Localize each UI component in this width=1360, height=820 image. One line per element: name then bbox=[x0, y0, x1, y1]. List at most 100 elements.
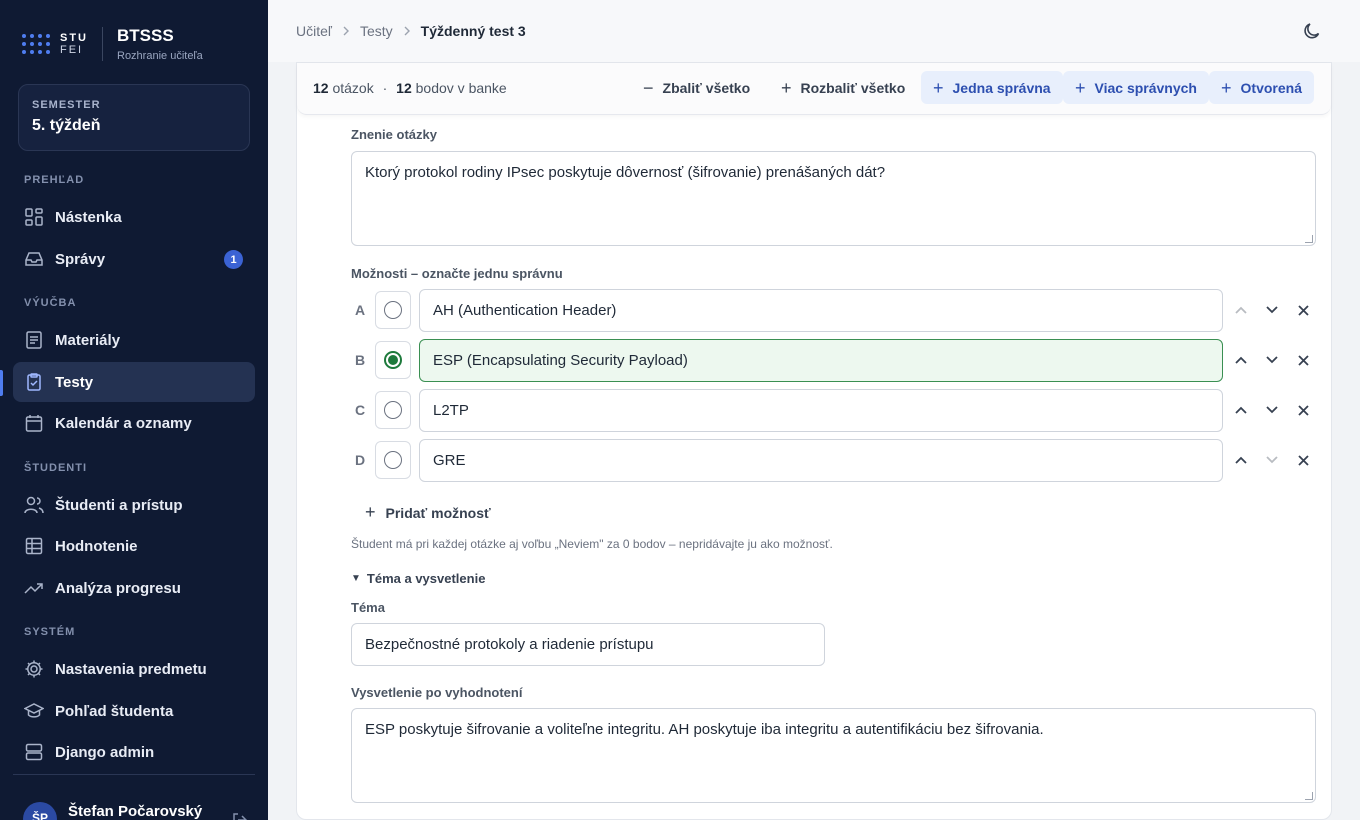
breadcrumb: Učiteľ Testy Týždenný test 3 bbox=[296, 23, 526, 39]
chevron-down-icon[interactable] bbox=[1262, 350, 1282, 370]
topic-section-label: Téma a vysvetlenie bbox=[366, 571, 486, 586]
logo-fei: FEI bbox=[60, 44, 84, 56]
option-correct-radio[interactable] bbox=[375, 391, 411, 429]
chevron-up-icon[interactable] bbox=[1231, 450, 1251, 470]
close-icon[interactable] bbox=[1293, 400, 1313, 420]
moon-icon[interactable] bbox=[1302, 21, 1322, 46]
sidebar-item-student-view[interactable]: Pohľad študenta bbox=[13, 691, 255, 731]
add-multi-label: Viac správnych bbox=[1094, 79, 1197, 96]
sidebar-item-dashboard[interactable]: Nástenka bbox=[13, 197, 255, 237]
user-name: Štefan Počarovský bbox=[68, 803, 203, 820]
messages-badge: 1 bbox=[224, 250, 243, 269]
option-correct-radio[interactable] bbox=[375, 291, 411, 329]
graduation-cap-icon bbox=[24, 701, 44, 721]
logout-icon[interactable] bbox=[232, 812, 248, 820]
trending-up-icon bbox=[24, 578, 44, 598]
inbox-icon bbox=[24, 249, 44, 269]
option-letter: C bbox=[355, 402, 366, 418]
plus-icon: + bbox=[933, 77, 944, 98]
topic-input[interactable]: Bezpečnostné protokoly a riadenie prístu… bbox=[351, 623, 825, 666]
chevron-down-icon[interactable] bbox=[1262, 450, 1282, 470]
add-single-choice-button[interactable]: + Jedna správna bbox=[921, 71, 1063, 104]
app-title: BTSSS bbox=[117, 26, 174, 45]
logo-text: STU FEI bbox=[60, 32, 88, 56]
resize-grip[interactable] bbox=[1305, 235, 1313, 243]
add-multi-choice-button[interactable]: + Viac správnych bbox=[1063, 71, 1209, 104]
question-editor-card: 12 otázok · 12 bodov v banke − Zbaliť vš… bbox=[296, 62, 1332, 820]
counts-separator: · bbox=[382, 80, 388, 96]
option-text-input[interactable]: L2TP bbox=[419, 389, 1223, 432]
radio-circle bbox=[384, 451, 402, 469]
option-text-input[interactable]: AH (Authentication Header) bbox=[419, 289, 1223, 332]
sidebar-item-label: Študenti a prístup bbox=[55, 496, 183, 514]
close-icon[interactable] bbox=[1293, 300, 1313, 320]
chevron-right-icon bbox=[342, 24, 350, 39]
topic-label: Téma bbox=[351, 600, 385, 615]
question-toolbar: 12 otázok · 12 bodov v banke − Zbaliť vš… bbox=[297, 63, 1331, 115]
option-text-input[interactable]: ESP (Encapsulating Security Payload) bbox=[419, 339, 1223, 382]
close-icon[interactable] bbox=[1293, 450, 1313, 470]
chevron-down-icon[interactable] bbox=[1262, 400, 1282, 420]
sidebar-item-label: Hodnotenie bbox=[55, 537, 138, 555]
chevron-up-icon[interactable] bbox=[1231, 300, 1251, 320]
collapse-all-label: Zbaliť všetko bbox=[662, 79, 751, 96]
triangle-down-icon: ▼ bbox=[351, 573, 361, 584]
sidebar-item-students-access[interactable]: Študenti a prístup bbox=[13, 485, 255, 525]
sidebar-item-label: Analýza progresu bbox=[55, 579, 181, 597]
nav-section-overview: PREHĽAD bbox=[24, 174, 85, 186]
option-correct-radio[interactable] bbox=[375, 441, 411, 479]
points-label: bodov v banke bbox=[415, 80, 507, 96]
resize-grip[interactable] bbox=[1305, 792, 1313, 800]
option-text: L2TP bbox=[433, 402, 469, 419]
sidebar-item-settings[interactable]: Nastavenia predmetu bbox=[13, 649, 255, 689]
sidebar-item-label: Testy bbox=[55, 373, 94, 391]
sidebar-item-label: Pohľad študenta bbox=[55, 702, 174, 720]
chevron-up-icon[interactable] bbox=[1231, 400, 1251, 420]
nav-section-students: ŠTUDENTI bbox=[24, 462, 87, 474]
add-open-label: Otvorená bbox=[1240, 79, 1302, 96]
collapse-all-button[interactable]: − Zbaliť všetko bbox=[631, 71, 762, 104]
sidebar-item-tests[interactable]: Testy bbox=[13, 362, 255, 402]
options-label: Možnosti – označte jednu správnu bbox=[351, 266, 563, 281]
explanation-label: Vysvetlenie po vyhodnotení bbox=[351, 685, 523, 700]
active-indicator bbox=[0, 370, 3, 396]
calendar-icon bbox=[24, 413, 44, 433]
semester-value: 5. týždeň bbox=[32, 117, 101, 134]
option-text: AH (Authentication Header) bbox=[433, 302, 617, 319]
add-single-label: Jedna správna bbox=[952, 79, 1051, 96]
explanation-input[interactable]: ESP poskytuje šifrovanie a voliteľne int… bbox=[351, 708, 1316, 803]
explanation-value: ESP poskytuje šifrovanie a voliteľne int… bbox=[365, 721, 1044, 738]
topic-explanation-toggle[interactable]: ▼ Téma a vysvetlenie bbox=[351, 571, 485, 586]
question-text-label: Znenie otázky bbox=[351, 127, 437, 142]
sidebar-item-materials[interactable]: Materiály bbox=[13, 320, 255, 360]
close-icon[interactable] bbox=[1293, 350, 1313, 370]
nav-section-teaching: VÝUČBA bbox=[24, 297, 77, 309]
option-row: D GRE bbox=[351, 439, 1316, 483]
option-row: B ESP (Encapsulating Security Payload) bbox=[351, 339, 1316, 383]
sidebar-item-django-admin[interactable]: Django admin bbox=[13, 732, 255, 772]
sidebar-item-label: Django admin bbox=[55, 743, 155, 761]
chevron-up-icon[interactable] bbox=[1231, 350, 1251, 370]
sidebar-item-progress[interactable]: Analýza progresu bbox=[13, 568, 255, 608]
brand[interactable]: STU FEI BTSSS Rozhranie učiteľa bbox=[22, 26, 203, 62]
breadcrumb-tests[interactable]: Testy bbox=[360, 23, 393, 39]
plus-icon: + bbox=[1221, 77, 1232, 98]
question-text-input[interactable]: Ktorý protokol rodiny IPsec poskytuje dô… bbox=[351, 151, 1316, 246]
semester-label: SEMESTER bbox=[32, 99, 101, 111]
sidebar: STU FEI BTSSS Rozhranie učiteľa SEMESTER… bbox=[0, 0, 268, 820]
option-correct-radio[interactable] bbox=[375, 341, 411, 379]
questions-label: otázok bbox=[332, 80, 374, 96]
sidebar-item-label: Kalendár a oznamy bbox=[55, 414, 192, 432]
breadcrumb-teacher[interactable]: Učiteľ bbox=[296, 23, 332, 39]
points-count: 12 bbox=[396, 80, 412, 96]
add-open-question-button[interactable]: + Otvorená bbox=[1209, 71, 1314, 104]
add-option-button[interactable]: + Pridať možnosť bbox=[365, 502, 491, 523]
option-text-input[interactable]: GRE bbox=[419, 439, 1223, 482]
sidebar-item-messages[interactable]: Správy 1 bbox=[13, 239, 255, 279]
sidebar-item-calendar[interactable]: Kalendár a oznamy bbox=[13, 403, 255, 443]
sidebar-item-grading[interactable]: Hodnotenie bbox=[13, 526, 255, 566]
chevron-down-icon[interactable] bbox=[1262, 300, 1282, 320]
stu-logo-icon bbox=[22, 34, 50, 54]
plus-icon: + bbox=[1075, 77, 1086, 98]
expand-all-button[interactable]: + Rozbaliť všetko bbox=[769, 71, 917, 104]
